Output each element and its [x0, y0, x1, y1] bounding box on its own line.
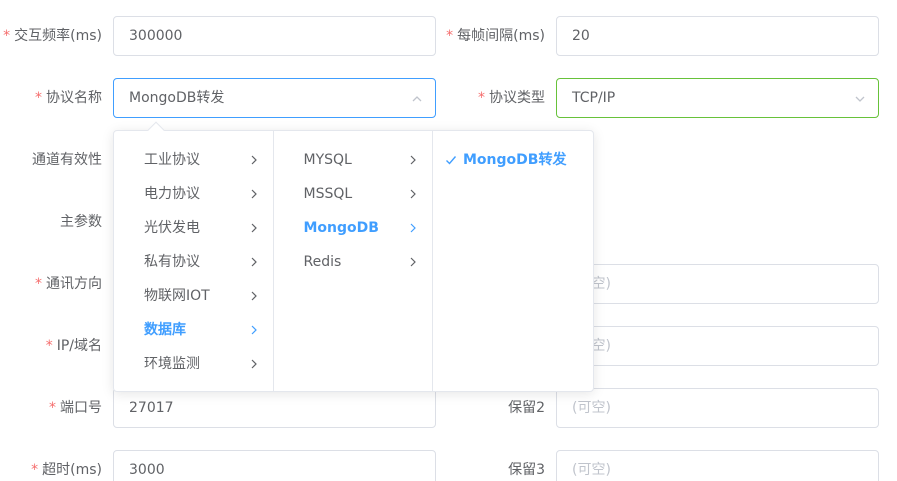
- port-input[interactable]: 27017: [113, 388, 436, 428]
- protocol-type-select[interactable]: TCP/IP: [556, 78, 879, 118]
- chevron-right-icon: [249, 245, 259, 279]
- channel-validity-label: 通道有效性: [32, 152, 102, 168]
- cascader-node-database[interactable]: 数据库: [114, 313, 273, 347]
- chevron-up-icon: [411, 79, 423, 117]
- chevron-right-icon: [408, 211, 418, 245]
- reserve3-label: 保留3: [508, 462, 545, 478]
- interaction-freq-label: * 交互频率(ms): [3, 28, 102, 44]
- protocol-type-label: * 协议类型: [478, 90, 545, 106]
- protocol-name-label: * 协议名称: [35, 90, 102, 106]
- chevron-right-icon: [249, 347, 259, 381]
- chevron-right-icon: [249, 211, 259, 245]
- cascader-menu-level3: MongoDB转发: [433, 131, 593, 391]
- reserve2-label: 保留2: [508, 400, 545, 416]
- cascader-node-env-monitor[interactable]: 环境监测: [114, 347, 273, 381]
- reserve2-input[interactable]: (可空): [556, 388, 879, 428]
- chevron-right-icon: [249, 313, 259, 347]
- cascader-node-solar[interactable]: 光伏发电: [114, 211, 273, 245]
- frame-interval-label: * 每帧间隔(ms): [446, 28, 545, 44]
- reserve-mid-input[interactable]: (可空): [556, 326, 879, 366]
- timeout-input[interactable]: 3000: [113, 450, 436, 481]
- main-params-label: 主参数: [60, 214, 102, 230]
- reserve1-input[interactable]: (可空): [556, 264, 879, 304]
- cascader-node-industrial[interactable]: 工业协议: [114, 143, 273, 177]
- cascader-node-private[interactable]: 私有协议: [114, 245, 273, 279]
- ip-domain-label: * IP/域名: [45, 338, 102, 354]
- protocol-name-select[interactable]: MongoDB转发: [113, 78, 436, 118]
- timeout-label: * 超时(ms): [31, 462, 102, 478]
- interaction-freq-input[interactable]: 300000: [113, 16, 436, 56]
- chevron-right-icon: [408, 143, 418, 177]
- cascader-node-iot[interactable]: 物联网IOT: [114, 279, 273, 313]
- cascader-node-power[interactable]: 电力协议: [114, 177, 273, 211]
- cascader-node-redis[interactable]: Redis: [274, 245, 433, 279]
- cascader-node-mssql[interactable]: MSSQL: [274, 177, 433, 211]
- chevron-right-icon: [249, 143, 259, 177]
- cascader-node-mongodb-forward[interactable]: MongoDB转发: [433, 143, 593, 177]
- port-label: * 端口号: [49, 400, 102, 416]
- chevron-right-icon: [249, 279, 259, 313]
- check-icon: [445, 143, 457, 177]
- chevron-right-icon: [408, 245, 418, 279]
- chevron-right-icon: [408, 177, 418, 211]
- cascader-node-mongodb[interactable]: MongoDB: [274, 211, 433, 245]
- cascader-node-mysql[interactable]: MYSQL: [274, 143, 433, 177]
- cascader-menu-level2: MYSQL MSSQL MongoDB Redis: [274, 131, 433, 391]
- reserve3-input[interactable]: (可空): [556, 450, 879, 481]
- cascader-menu-level1: 工业协议 电力协议 光伏发电 私有协议 物联网IOT 数据库 环境监测: [114, 131, 274, 391]
- comm-direction-label: * 通讯方向: [35, 276, 102, 292]
- protocol-cascader-dropdown: 工业协议 电力协议 光伏发电 私有协议 物联网IOT 数据库 环境监测 MYSQ…: [113, 130, 594, 392]
- frame-interval-input[interactable]: 20: [556, 16, 879, 56]
- chevron-right-icon: [249, 177, 259, 211]
- chevron-down-icon: [854, 79, 866, 117]
